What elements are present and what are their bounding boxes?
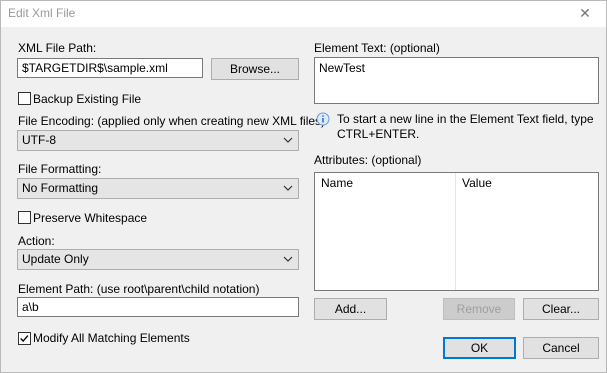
file-encoding-value: UTF-8 [22, 133, 56, 147]
element-path-input[interactable]: a\b [17, 297, 299, 317]
attributes-label: Attributes: (optional) [314, 153, 422, 167]
modify-all-matching-label: Modify All Matching Elements [33, 331, 190, 345]
file-encoding-select[interactable]: UTF-8 [17, 130, 299, 151]
browse-button[interactable]: Browse... [211, 58, 299, 80]
file-formatting-select[interactable]: No Formatting [17, 178, 299, 199]
title-bar: Edit Xml File ✕ [1, 1, 606, 27]
element-text-label: Element Text: (optional) [314, 41, 440, 55]
clear-attributes-button[interactable]: Clear... [523, 298, 599, 320]
file-formatting-label: File Formatting: [18, 162, 102, 176]
element-text-hint: To start a new line in the Element Text … [337, 112, 594, 141]
preserve-whitespace-label: Preserve Whitespace [33, 211, 148, 225]
backup-existing-file-checkbox[interactable] [18, 92, 31, 105]
preserve-whitespace-checkbox[interactable] [18, 211, 31, 224]
close-icon[interactable]: ✕ [570, 2, 600, 24]
attributes-column-name[interactable]: Name [315, 173, 455, 193]
attributes-column-value[interactable]: Value [456, 173, 598, 193]
modify-all-matching-checkbox[interactable] [18, 332, 31, 345]
element-text-input[interactable]: NewTest [314, 57, 599, 104]
checkmark-icon [20, 335, 29, 343]
info-icon [316, 112, 330, 126]
action-value: Update Only [22, 252, 89, 266]
ok-button[interactable]: OK [443, 337, 516, 359]
cancel-button[interactable]: Cancel [523, 337, 599, 359]
file-encoding-label: File Encoding: (applied only when creati… [18, 114, 326, 128]
attributes-list[interactable]: Name Value [314, 172, 599, 291]
action-label: Action: [18, 234, 55, 248]
action-select[interactable]: Update Only [17, 249, 299, 270]
backup-existing-file-label: Backup Existing File [33, 92, 142, 106]
dialog-body: XML File Path: $TARGETDIR$\sample.xml Br… [1, 27, 606, 372]
xml-file-path-input[interactable]: $TARGETDIR$\sample.xml [17, 58, 203, 78]
xml-file-path-label: XML File Path: [18, 41, 97, 55]
dialog-title: Edit Xml File [8, 6, 76, 20]
file-formatting-value: No Formatting [22, 181, 99, 195]
chevron-down-icon [283, 256, 293, 262]
remove-attribute-button[interactable]: Remove [443, 298, 515, 320]
chevron-down-icon [283, 137, 293, 143]
add-attribute-button[interactable]: Add... [314, 298, 387, 320]
edit-xml-file-dialog: Edit Xml File ✕ XML File Path: $TARGETDI… [0, 0, 607, 373]
chevron-down-icon [283, 185, 293, 191]
element-path-label: Element Path: (use root\parent\child not… [18, 282, 260, 296]
